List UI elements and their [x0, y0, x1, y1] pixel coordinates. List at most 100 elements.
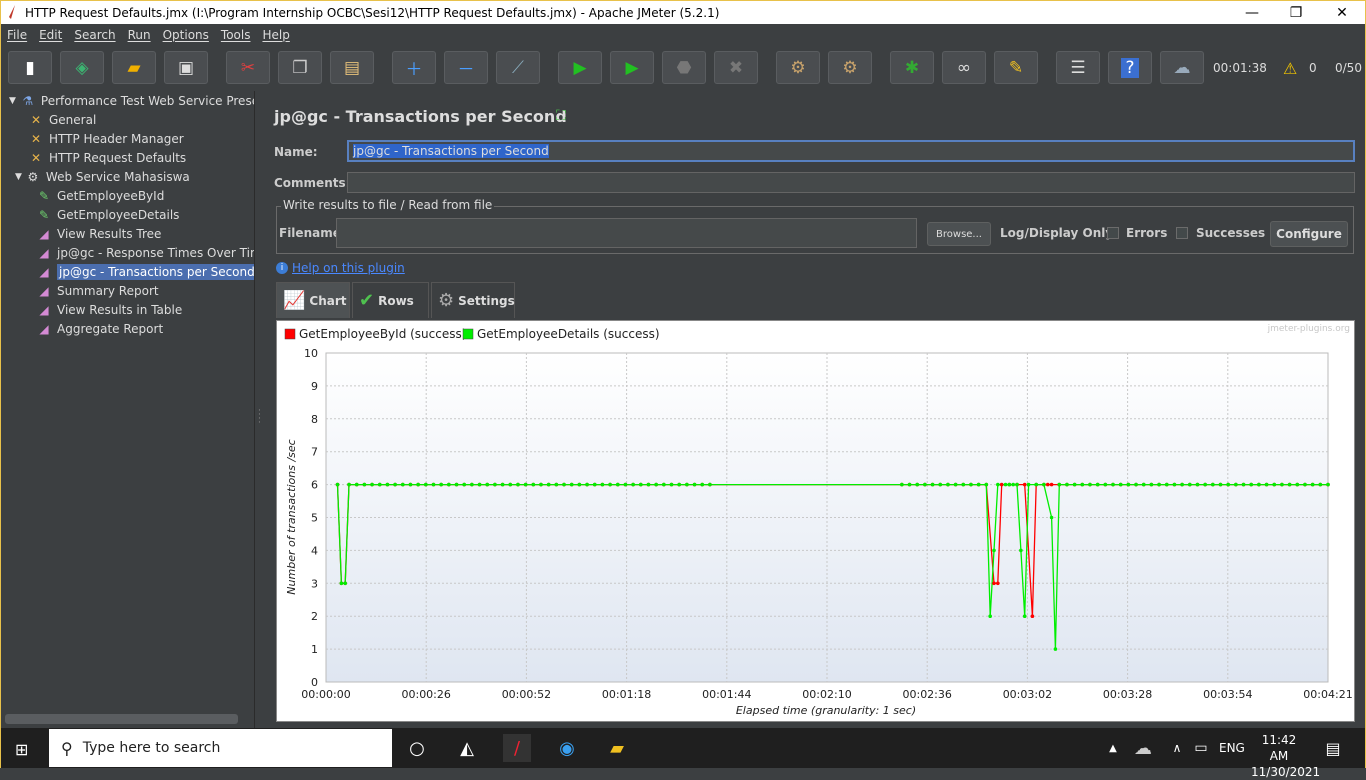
help-icon: ?	[1121, 57, 1139, 78]
data-point	[1249, 482, 1254, 487]
reset-search-button[interactable]: ✎	[994, 51, 1038, 84]
toggle-button[interactable]: ⟋	[496, 51, 540, 84]
function-helper-button[interactable]: ☰	[1056, 51, 1100, 84]
tab-chart[interactable]: 📈 Chart	[276, 282, 350, 318]
edge-browser-icon[interactable]: ◉	[553, 734, 581, 762]
listener-icon: ◢	[39, 264, 49, 279]
tree-item[interactable]: ◢ jp@gc - Response Times Over Tim	[36, 243, 261, 262]
restore-button[interactable]: ❐	[1273, 1, 1319, 24]
app-icon[interactable]: ◭	[453, 734, 481, 762]
data-point	[1172, 482, 1177, 487]
logger-button[interactable]: ☁	[1160, 51, 1204, 84]
tree-item[interactable]: ✕ HTTP Header Manager	[28, 129, 184, 148]
clear-button[interactable]: ⚙	[776, 51, 820, 84]
start-button[interactable]: ▶	[558, 51, 602, 84]
tree-item[interactable]: ✕ General	[28, 110, 96, 129]
filename-input[interactable]	[336, 218, 917, 248]
tree-item[interactable]: ◢ View Results in Table	[36, 300, 182, 319]
tray-scroll-icon[interactable]: ▲	[1099, 734, 1127, 762]
tab-settings[interactable]: ⚙ Settings	[431, 282, 515, 318]
chart-area: 0 1 2 3 4 5 6 7 8 9 10 00:00:00 00:00:26 00:00:52 00:…	[276, 320, 1355, 722]
menu-search[interactable]: Search	[68, 28, 121, 42]
new-button[interactable]: ▮	[8, 51, 52, 84]
tree-item[interactable]: ▼ ⚙ Web Service Mahasiswa	[15, 167, 190, 186]
cut-button[interactable]: ✂	[226, 51, 270, 84]
shutdown-button[interactable]: ✖	[714, 51, 758, 84]
data-point	[335, 482, 340, 487]
expand-arrow-icon[interactable]: ▼	[9, 96, 16, 106]
tree-item[interactable]: ◢ View Results Tree	[36, 224, 161, 243]
errors-checkbox[interactable]	[1107, 227, 1119, 239]
data-point	[416, 482, 420, 487]
tree-horizontal-scrollbar[interactable]	[5, 714, 238, 724]
data-point	[477, 482, 482, 487]
data-point	[1022, 614, 1027, 618]
tree-item[interactable]: ▼ ⚗ Performance Test Web Service Preser	[9, 91, 264, 110]
windows-start-icon[interactable]: ⊞	[15, 740, 28, 759]
tree-item[interactable]: ✎ GetEmployeeDetails	[36, 205, 179, 224]
clear-all-button[interactable]: ⚙	[828, 51, 872, 84]
data-point	[1264, 482, 1269, 487]
listener-icon: ◢	[39, 302, 49, 317]
copy-button[interactable]: ❐	[278, 51, 322, 84]
stop-button[interactable]: ⬣	[662, 51, 706, 84]
paste-button[interactable]: ▤	[330, 51, 374, 84]
save-button[interactable]: ▣	[164, 51, 208, 84]
search-placeholder: Type here to search	[82, 740, 221, 756]
onedrive-cloud-icon[interactable]: ☁	[1129, 734, 1157, 762]
listener-icon: ◢	[39, 245, 49, 260]
data-point	[930, 482, 935, 487]
remote-button[interactable]: ✱	[890, 51, 934, 84]
taskbar-search-box[interactable]: ⚲ Type here to search	[49, 729, 392, 767]
templates-button[interactable]: ◈	[60, 51, 104, 84]
name-field[interactable]: jp@gc - Transactions per Second	[347, 140, 1355, 162]
maximize-icon[interactable]: ⛶	[556, 108, 566, 124]
y-tick-label: 6	[311, 479, 318, 492]
help-link-text[interactable]: Help on this plugin	[292, 261, 405, 275]
collapse-all-icon: －	[457, 60, 475, 80]
menu-edit[interactable]: Edit	[33, 28, 68, 42]
tab-rows[interactable]: ✔ Rows	[352, 282, 429, 318]
network-icon[interactable]: ▭	[1187, 734, 1215, 762]
jmeter-app-icon[interactable]: /	[503, 734, 531, 762]
successes-checkbox[interactable]	[1176, 227, 1188, 239]
browse-button[interactable]: Browse...	[927, 222, 991, 246]
file-explorer-icon[interactable]: ▰	[603, 734, 631, 762]
menu-options[interactable]: Options	[157, 28, 215, 42]
comments-field[interactable]	[347, 172, 1355, 193]
y-tick-label: 7	[311, 446, 318, 459]
tree-item[interactable]: ◢ Aggregate Report	[36, 319, 163, 338]
language-indicator[interactable]: ENG	[1219, 741, 1245, 755]
y-tick-label: 4	[311, 544, 318, 557]
menu-run[interactable]: Run	[122, 28, 157, 42]
start-no-pauses-button[interactable]: ▶	[610, 51, 654, 84]
open-icon: ▰	[127, 57, 141, 78]
y-tick-label: 2	[311, 610, 318, 623]
open-button[interactable]: ▰	[112, 51, 156, 84]
test-plan-tree: ▼ ⚗ Performance Test Web Service Preser ✕ G…	[1, 91, 264, 728]
menu-tools[interactable]: Tools	[215, 28, 257, 42]
expand-all-button[interactable]: ＋	[392, 51, 436, 84]
data-point	[347, 482, 351, 487]
search-button[interactable]: ∞	[942, 51, 986, 84]
tree-item[interactable]: ◢ Summary Report	[36, 281, 158, 300]
expand-arrow-icon[interactable]: ▼	[15, 172, 22, 182]
task-view-icon[interactable]: ○	[403, 734, 431, 762]
minimize-button[interactable]: —	[1229, 1, 1275, 24]
tree-item-selected[interactable]: ◢ jp@gc - Transactions per Second	[36, 262, 257, 281]
menu-help[interactable]: Help	[256, 28, 295, 42]
tree-item[interactable]: ✎ GetEmployeeById	[36, 186, 164, 205]
split-pane-divider[interactable]: · · · ·	[254, 91, 264, 728]
y-tick-label: 3	[311, 577, 318, 590]
close-button[interactable]: ✕	[1319, 1, 1365, 24]
help-button[interactable]: ?	[1108, 51, 1152, 84]
configure-button[interactable]: Configure	[1270, 221, 1348, 247]
collapse-all-button[interactable]: －	[444, 51, 488, 84]
warning-icon[interactable]: ⚠	[1283, 59, 1297, 78]
notifications-icon[interactable]: ▤	[1319, 734, 1347, 762]
chart-legend: GetEmployeeById (success) GetEmployeeDeta…	[284, 327, 660, 341]
taskbar-clock[interactable]: 11:42 AM 11/30/2021	[1251, 732, 1320, 780]
help-plugin-link[interactable]: i Help on this plugin	[276, 261, 405, 275]
menu-file[interactable]: File	[1, 28, 33, 42]
tree-item[interactable]: ✕ HTTP Request Defaults	[28, 148, 186, 167]
